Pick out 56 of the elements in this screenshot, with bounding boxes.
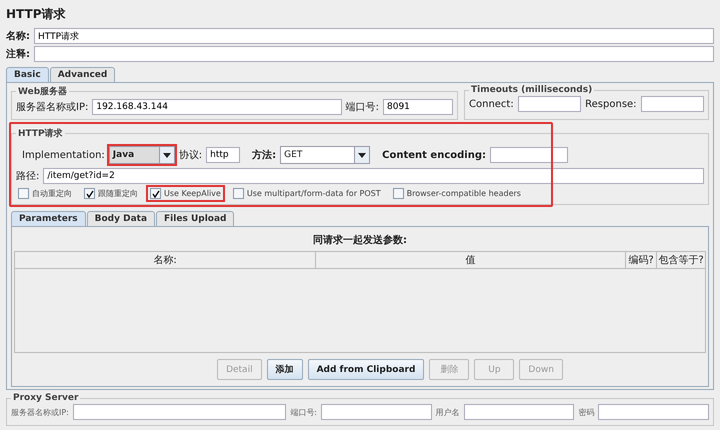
option-checkbox[interactable]: 自动重定向	[16, 187, 74, 200]
path-field[interactable]: /item/get?id=2	[43, 168, 704, 184]
connect-label: Connect:	[469, 98, 514, 110]
method-label: 方法:	[252, 148, 276, 162]
proxy-port-label: 端口号:	[290, 406, 317, 418]
column-header: 值	[316, 252, 626, 268]
proxy-host-field[interactable]	[72, 404, 286, 420]
tab[interactable]: Body Data	[86, 211, 156, 226]
proxy-port-field[interactable]	[320, 404, 432, 420]
group-title: HTTP请求	[17, 127, 64, 140]
table-title: 同请求一起发送参数:	[312, 234, 408, 248]
tab[interactable]: Basic	[6, 67, 49, 82]
action-button[interactable]: 添加	[266, 359, 303, 380]
group-title: Proxy Server	[12, 393, 80, 403]
connect-field[interactable]	[518, 96, 582, 112]
option-checkbox[interactable]: Browser-compatible headers	[390, 187, 523, 200]
column-header: 包含等于?	[657, 254, 705, 268]
encoding-label: Content encoding:	[382, 150, 486, 160]
column-header: 名称:	[15, 252, 316, 268]
protocol-field[interactable]: http	[206, 147, 240, 163]
check-icon	[86, 190, 94, 198]
name-field[interactable]: HTTP请求	[34, 28, 714, 44]
window-title: HTTP请求	[6, 6, 66, 23]
comment-label: 注释:	[6, 47, 30, 61]
tab[interactable]: Parameters	[11, 211, 86, 226]
port-field[interactable]: 8091	[383, 99, 453, 115]
password-field[interactable]	[598, 404, 710, 420]
username-label: 用户名	[436, 406, 460, 418]
host-label: 服务器名称或IP:	[16, 100, 88, 114]
password-label: 密码	[578, 406, 594, 418]
option-checkbox[interactable]: Use multipart/form-data for POST	[230, 187, 383, 200]
option-checkbox[interactable]: Use KeepAlive	[148, 187, 223, 200]
proxy-host-label: 服务器名称或IP:	[11, 406, 69, 418]
port-label: 端口号:	[346, 100, 379, 114]
method-dropdown[interactable]: GET	[280, 146, 370, 164]
response-label: Response:	[585, 98, 637, 110]
tab[interactable]: Files Upload	[156, 211, 234, 226]
path-label: 路径:	[16, 170, 40, 183]
implementation-label: Implementation:	[22, 150, 105, 160]
username-field[interactable]	[464, 404, 574, 420]
check-icon	[152, 190, 160, 198]
action-button[interactable]: Add from Clipboard	[308, 359, 424, 380]
caret-icon	[162, 152, 171, 158]
response-field[interactable]	[640, 96, 704, 112]
group-title: Timeouts (milliseconds)	[470, 85, 594, 95]
comment-field[interactable]	[34, 46, 714, 62]
tab[interactable]: Advanced	[50, 67, 116, 82]
column-header: 编码?	[626, 252, 657, 268]
option-checkbox[interactable]: 跟随重定向	[82, 187, 140, 200]
implementation-dropdown[interactable]: Java	[108, 146, 175, 164]
group-title: Web服务器	[17, 86, 68, 98]
name-label: 名称:	[6, 30, 30, 43]
protocol-label: 协议:	[178, 148, 202, 162]
caret-icon	[358, 152, 366, 158]
encoding-field[interactable]	[490, 147, 568, 163]
host-field[interactable]: 192.168.43.144	[92, 99, 342, 115]
